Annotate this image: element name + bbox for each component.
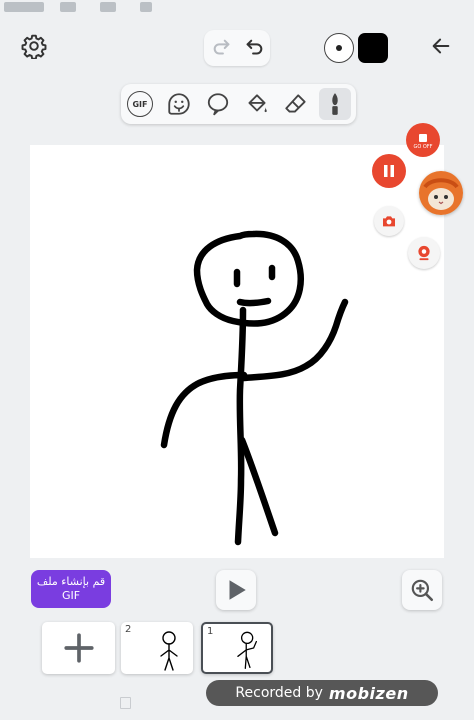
watermark-brand: mobizen	[328, 683, 409, 703]
status-bar	[0, 0, 474, 18]
brush-icon	[332, 93, 338, 115]
cat-avatar-icon	[419, 171, 463, 215]
eraser-tool[interactable]	[280, 88, 312, 120]
nav-recents-icon[interactable]	[120, 697, 131, 709]
status-icons	[4, 2, 44, 12]
plus-icon	[63, 633, 94, 663]
zoom-in-icon	[411, 579, 434, 602]
paint-bucket-icon	[248, 94, 267, 113]
zoom-button[interactable]	[402, 570, 442, 610]
pause-record-button[interactable]	[372, 154, 406, 188]
gif-label: GIF	[127, 91, 153, 117]
status-icon	[100, 2, 116, 12]
drawing-toolbar: GIF	[121, 84, 356, 124]
brush-size-icon	[336, 45, 342, 51]
status-icon	[140, 2, 152, 12]
back-button[interactable]	[426, 32, 456, 60]
gear-icon	[21, 34, 47, 59]
stop-label: GO OFF	[413, 144, 433, 150]
play-icon	[229, 580, 246, 600]
play-button[interactable]	[216, 570, 256, 610]
frame-number: 1	[207, 626, 214, 637]
webcam-icon	[418, 245, 430, 261]
capture-button[interactable]	[374, 206, 404, 236]
frame-preview	[160, 631, 178, 671]
pause-icon	[384, 165, 394, 177]
create-gif-label-line1: قم بإنشاء ملف	[36, 575, 106, 588]
stop-icon	[419, 134, 427, 142]
redo-button[interactable]	[208, 34, 236, 62]
sticker-icon	[168, 93, 190, 115]
camera-icon	[383, 216, 395, 227]
brush-size-button[interactable]	[324, 33, 354, 63]
undo-icon	[246, 39, 263, 55]
recorder-watermark: Recorded by mobizen	[206, 680, 438, 706]
stop-record-button[interactable]: GO OFF	[406, 123, 440, 157]
brush-tool[interactable]	[319, 88, 351, 120]
create-gif-button[interactable]: قم بإنشاء ملف GIF	[31, 570, 111, 608]
sticker-tool[interactable]	[163, 88, 195, 120]
create-gif-label-line2: GIF	[61, 589, 81, 602]
add-frame-button[interactable]	[42, 622, 115, 674]
undo-redo-group	[204, 30, 270, 66]
watermark-text: Recorded by	[235, 685, 323, 701]
undo-button[interactable]	[240, 34, 268, 62]
webcam-button[interactable]	[408, 237, 440, 269]
speech-balloon-icon	[207, 93, 229, 116]
settings-button[interactable]	[19, 31, 49, 61]
frame-thumbnail-selected[interactable]: 1	[201, 622, 273, 674]
frame-number: 2	[125, 624, 132, 635]
balloon-tool[interactable]	[202, 88, 234, 120]
recorder-avatar[interactable]	[419, 171, 463, 215]
eraser-icon	[285, 94, 306, 113]
fill-tool[interactable]	[241, 88, 273, 120]
redo-icon	[213, 39, 230, 55]
color-swatch-button[interactable]	[358, 33, 388, 63]
arrow-left-icon	[432, 38, 450, 54]
frame-thumbnail[interactable]: 2	[121, 622, 193, 674]
gif-sticker-tool[interactable]: GIF	[124, 88, 156, 120]
status-icon	[60, 2, 76, 12]
